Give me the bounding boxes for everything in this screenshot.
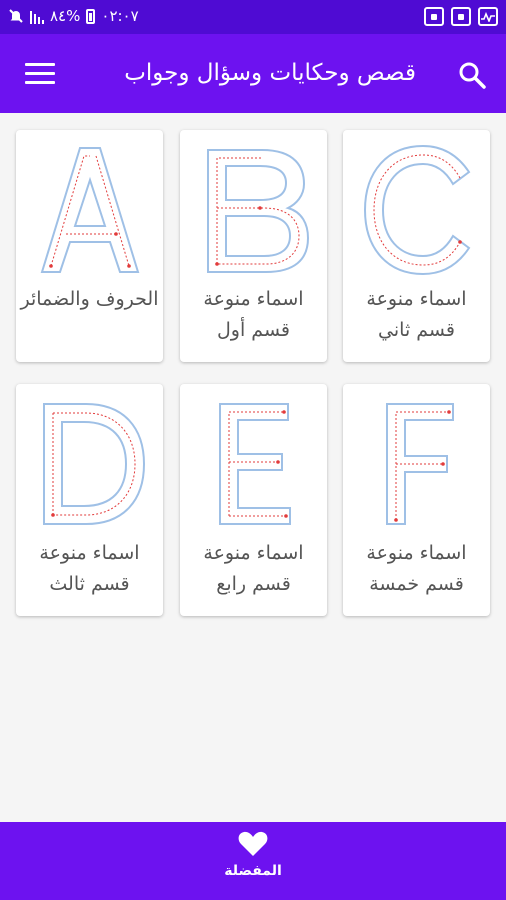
card-letters-pronouns[interactable]: الحروف والضمائر [16, 130, 163, 362]
letter-e-image [219, 403, 291, 525]
card-label: اسماء منوعة قسم أول [203, 288, 304, 341]
letter-c-image [363, 144, 471, 276]
activity-icon [478, 7, 498, 26]
letter-f-image [386, 403, 454, 525]
card-label: اسماء منوعة قسم رابع [203, 542, 304, 595]
status-left: ٠٢:٠٧ %٨٤ [8, 7, 139, 25]
heart-icon [238, 831, 268, 856]
card-label: الحروف والضمائر [20, 288, 159, 310]
letter-b-image [207, 149, 310, 273]
search-icon [459, 62, 486, 89]
status-right [424, 7, 498, 26]
status-time: ٠٢:٠٧ [101, 7, 139, 25]
signal-icon [30, 9, 44, 24]
card-names-section-4[interactable]: اسماء منوعة قسم رابع [180, 384, 327, 616]
app-bar: قصص وحكايات وسؤال وجواب [0, 34, 506, 113]
favorites-button[interactable]: المفضلة [203, 830, 303, 879]
letter-a-image [40, 147, 140, 273]
card-names-section-1[interactable]: اسماء منوعة قسم أول [180, 130, 327, 362]
battery-icon [86, 8, 96, 24]
menu-icon [25, 63, 55, 84]
card-label: اسماء منوعة قسم خمسة [366, 542, 467, 595]
menu-button[interactable] [25, 63, 55, 87]
card-label: اسماء منوعة قسم ثالث [39, 542, 140, 595]
favorites-label: المفضلة [224, 863, 282, 879]
card-label: اسماء منوعة قسم ثاني [366, 288, 467, 341]
letter-d-image [43, 403, 146, 525]
notification-icon [451, 7, 471, 26]
battery-percent: %٨٤ [50, 7, 81, 25]
card-names-section-5[interactable]: اسماء منوعة قسم خمسة [343, 384, 490, 616]
search-button[interactable] [457, 60, 487, 90]
notification-icon [424, 7, 444, 26]
status-bar: ٠٢:٠٧ %٨٤ [0, 0, 506, 34]
bottom-nav: المفضلة [0, 822, 506, 900]
mute-icon [9, 9, 23, 23]
card-names-section-2[interactable]: اسماء منوعة قسم ثاني [343, 130, 490, 362]
app-title: قصص وحكايات وسؤال وجواب [124, 60, 416, 86]
card-names-section-3[interactable]: اسماء منوعة قسم ثالث [16, 384, 163, 616]
